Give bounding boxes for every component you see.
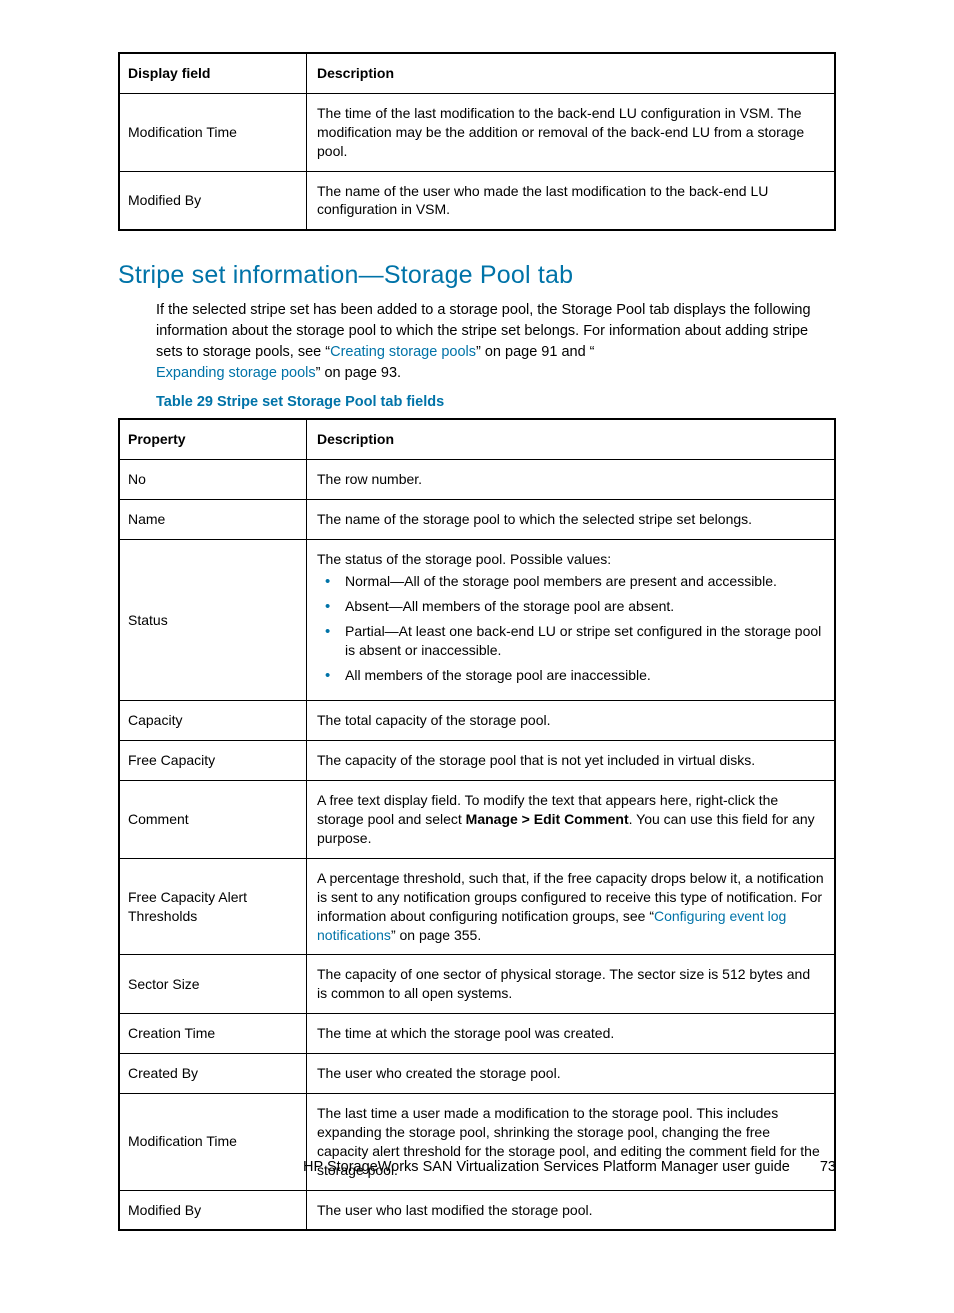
cell-desc: The capacity of the storage pool that is… [307, 741, 836, 781]
cell-desc: The time of the last modification to the… [307, 93, 836, 171]
link-creating-storage-pools[interactable]: Creating storage pools [330, 344, 476, 360]
table-row: Name The name of the storage pool to whi… [119, 500, 835, 540]
page-number: 73 [820, 1159, 836, 1175]
table-row: Modification Time The time of the last m… [119, 93, 835, 171]
cell-prop: No [119, 460, 307, 500]
cell-prop: Capacity [119, 701, 307, 741]
cell-prop: Modified By [119, 1190, 307, 1230]
cell-prop: Modification Time [119, 1094, 307, 1191]
cell-desc: The time at which the storage pool was c… [307, 1014, 836, 1054]
cell-prop: Comment [119, 781, 307, 859]
table-row: Creation Time The time at which the stor… [119, 1014, 835, 1054]
cell-desc: The total capacity of the storage pool. [307, 701, 836, 741]
table-header-row: Property Description [119, 419, 835, 459]
cell-desc: The last time a user made a modification… [307, 1094, 836, 1191]
header-property: Property [119, 419, 307, 459]
header-description: Description [307, 53, 836, 93]
section-heading: Stripe set information—Storage Pool tab [118, 261, 836, 290]
fcat-post: ” on page 355. [391, 927, 481, 943]
cell-desc: A percentage threshold, such that, if th… [307, 858, 836, 955]
status-intro: The status of the storage pool. Possible… [317, 551, 611, 567]
cell-field: Modified By [119, 171, 307, 230]
table-display-fields: Display field Description Modification T… [118, 52, 836, 231]
table-row: No The row number. [119, 460, 835, 500]
list-item: Partial—At least one back-end LU or stri… [335, 622, 824, 660]
cell-desc: The row number. [307, 460, 836, 500]
table-storage-pool-fields: Property Description No The row number. … [118, 418, 836, 1231]
cell-prop: Status [119, 540, 307, 701]
cell-prop: Sector Size [119, 955, 307, 1014]
cell-prop: Free Capacity [119, 741, 307, 781]
table-row: Free Capacity Alert Thresholds A percent… [119, 858, 835, 955]
cell-field: Modification Time [119, 93, 307, 171]
table-row: Modified By The name of the user who mad… [119, 171, 835, 230]
table-row: Status The status of the storage pool. P… [119, 540, 835, 701]
footer-title: HP StorageWorks SAN Virtualization Servi… [303, 1159, 790, 1175]
para-text: ” on page 93. [316, 365, 401, 381]
cell-desc: The capacity of one sector of physical s… [307, 955, 836, 1014]
cell-desc: The name of the storage pool to which th… [307, 500, 836, 540]
table-row: Sector Size The capacity of one sector o… [119, 955, 835, 1014]
section-paragraph: If the selected stripe set has been adde… [118, 300, 836, 384]
para-text: ” on page 91 and “ [476, 344, 595, 360]
cell-prop: Created By [119, 1054, 307, 1094]
cell-prop: Free Capacity Alert Thresholds [119, 858, 307, 955]
cell-desc: The name of the user who made the last m… [307, 171, 836, 230]
cell-desc: The user who last modified the storage p… [307, 1190, 836, 1230]
page-footer: HP StorageWorks SAN Virtualization Servi… [303, 1159, 836, 1175]
table-row: Modification Time The last time a user m… [119, 1094, 835, 1191]
cell-desc: The status of the storage pool. Possible… [307, 540, 836, 701]
cell-prop: Creation Time [119, 1014, 307, 1054]
cell-desc: The user who created the storage pool. [307, 1054, 836, 1094]
list-item: Absent—All members of the storage pool a… [335, 597, 824, 616]
status-bullet-list: Normal—All of the storage pool members a… [317, 572, 824, 684]
table-header-row: Display field Description [119, 53, 835, 93]
list-item: All members of the storage pool are inac… [335, 666, 824, 685]
table-row: Created By The user who created the stor… [119, 1054, 835, 1094]
table-row: Comment A free text display field. To mo… [119, 781, 835, 859]
cell-desc: A free text display field. To modify the… [307, 781, 836, 859]
link-expanding-storage-pools[interactable]: Expanding storage pools [156, 365, 316, 381]
list-item: Normal—All of the storage pool members a… [335, 572, 824, 591]
table-row: Capacity The total capacity of the stora… [119, 701, 835, 741]
cell-prop: Name [119, 500, 307, 540]
table-caption: Table 29 Stripe set Storage Pool tab fie… [118, 394, 836, 410]
table-row: Free Capacity The capacity of the storag… [119, 741, 835, 781]
header-description: Description [307, 419, 836, 459]
comment-bold: Manage > Edit Comment [466, 811, 629, 827]
table-row: Modified By The user who last modified t… [119, 1190, 835, 1230]
header-display-field: Display field [119, 53, 307, 93]
